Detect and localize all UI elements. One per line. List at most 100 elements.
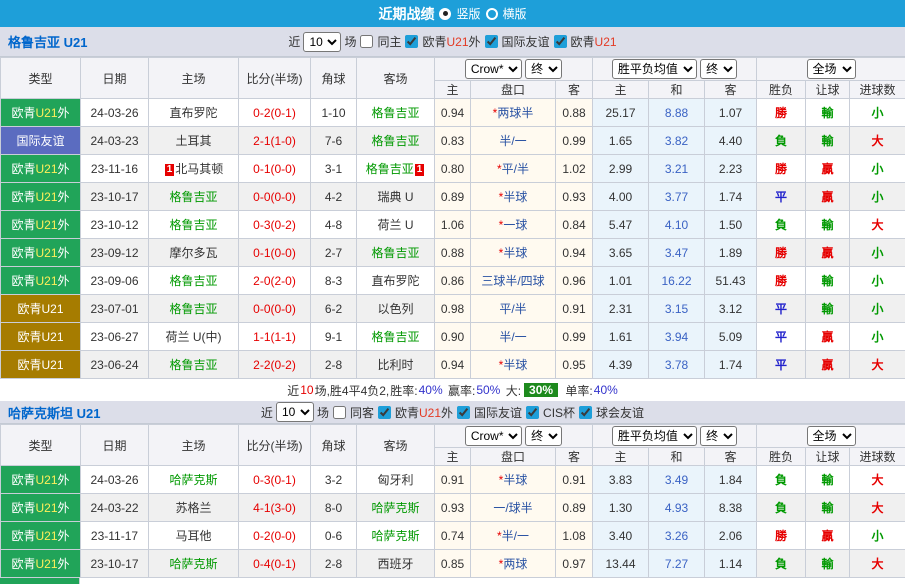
- odds-away-cell: 0.96: [555, 266, 593, 295]
- company-select[interactable]: Crow*: [464, 59, 522, 79]
- match-row: 欧青U21外 23-09-12 摩尔多瓦 0-1(0-0) 2-7 格鲁吉亚 0.88 *半球…: [0, 238, 905, 267]
- final-odds-select-1[interactable]: 终: [525, 426, 563, 446]
- avg-home-cell: 2.99: [592, 154, 649, 183]
- odds-home-cell: 0.86: [434, 266, 471, 295]
- home-team-cell: 荷兰 U(中): [148, 322, 239, 351]
- date-cell: 23-10-12: [80, 210, 149, 239]
- match-row: 欧青U21 23-07-01 格鲁吉亚 0-0(0-0) 6-2 以色列 0.98 平/半 0.…: [0, 294, 905, 323]
- near-label: 近: [260, 405, 273, 420]
- result-handicap-cell: 輸: [805, 126, 851, 155]
- radio-horizontal-label[interactable]: 横版: [503, 5, 527, 22]
- result-handicap-cell: 贏: [805, 154, 851, 183]
- same-venue-checkbox[interactable]: [332, 405, 346, 419]
- recent-results-page: 近期战绩 竖版 横版 格鲁吉亚 U21 近 10 场同主 欧青U21外 国际友谊 欧青U2…: [0, 0, 905, 588]
- sub-col-header-7: 让球: [805, 80, 851, 99]
- home-team-cell: 摩尔多瓦: [148, 238, 239, 267]
- sub-col-header-8: 进球数: [849, 80, 905, 99]
- odds-away-cell: 0.91: [555, 465, 593, 494]
- score-cell: 0-3(0-2): [238, 210, 311, 239]
- final-odds-select-2[interactable]: 终: [700, 59, 738, 79]
- avg-draw-cell: 7.27: [648, 549, 705, 578]
- team-name: 格鲁吉亚: [371, 106, 420, 120]
- result-goals-cell: 大: [849, 465, 905, 494]
- avg-select[interactable]: 胜平负均值: [611, 426, 697, 446]
- avg-away-cell: 5.09: [703, 322, 758, 351]
- section-header-kazakhstan: 哈萨克斯坦 U21 近 10 场 同客 欧青U21外 国际友谊 CIS杯 球会友谊: [0, 401, 905, 424]
- matches-table: 类型 日期 主场 比分(半场) 角球 客场 Crow* 终胜平负均值 终全场主盘口客主和客胜…: [0, 424, 905, 578]
- league-checkbox-2[interactable]: [526, 405, 540, 419]
- handicap-cell: 平/半: [470, 294, 556, 323]
- team-name: 格鲁吉亚: [169, 358, 218, 372]
- team-name: 以色列: [377, 302, 414, 316]
- league-checkbox-1[interactable]: [457, 405, 471, 419]
- team-name: 北马其顿: [175, 162, 224, 176]
- same-venue-checkbox[interactable]: [360, 35, 374, 48]
- result-goals-cell: 小: [849, 238, 905, 267]
- away-team-cell: 直布罗陀: [356, 266, 435, 295]
- score-cell: 0-4(0-1): [238, 549, 311, 578]
- score-cell: 0-0(0-0): [238, 182, 311, 211]
- league-checkbox-2[interactable]: [553, 35, 567, 48]
- team-name: 格鲁吉亚: [169, 190, 218, 204]
- corners-cell: 8-0: [310, 493, 357, 522]
- matches-table: 类型 日期 主场 比分(半场) 角球 客场 Crow* 终胜平负均值 终全场主盘口客主和客胜…: [0, 57, 905, 379]
- home-team-cell: 格鲁吉亚: [148, 266, 239, 295]
- avg-draw-cell: 3.47: [648, 238, 705, 267]
- league-badge: 欧青U21外: [0, 98, 81, 127]
- final-odds-select-1[interactable]: 终: [525, 59, 563, 79]
- odds-away-cell: 0.84: [555, 210, 593, 239]
- avg-away-cell: 1.50: [703, 210, 758, 239]
- avg-draw-cell: 3.15: [648, 294, 705, 323]
- score-cell: 2-2(0-2): [238, 350, 311, 379]
- team-name: 西班牙: [377, 557, 414, 571]
- match-row: 欧青U21外 24-03-26 哈萨克斯 0-3(0-1) 3-2 匈牙利 0.91 *半球 0…: [0, 465, 905, 494]
- radio-vertical-label[interactable]: 竖版: [456, 5, 480, 22]
- company-select[interactable]: Crow*: [464, 426, 522, 446]
- radio-vertical-layout[interactable]: [439, 7, 452, 20]
- home-team-cell: 1 北马其顿: [148, 154, 239, 183]
- league-checkbox-1[interactable]: [484, 35, 498, 48]
- score-cell: 1-1(1-1): [238, 322, 311, 351]
- date-cell: 23-06-27: [80, 322, 149, 351]
- league-checkbox-label-1: 国际友谊: [501, 35, 550, 49]
- partial-league-badge: [0, 578, 80, 584]
- avg-home-cell: 5.47: [592, 210, 649, 239]
- league-checkbox-3[interactable]: [579, 405, 593, 419]
- result-wdl-cell: 勝: [756, 521, 807, 550]
- result-wdl-cell: 平: [756, 322, 807, 351]
- avg-draw-cell: 3.21: [648, 154, 705, 183]
- sub-col-header-5: 客: [703, 447, 758, 466]
- team-name: 直布罗陀: [169, 106, 218, 120]
- handicap-cell: *两球半: [470, 98, 556, 127]
- league-checkbox-0[interactable]: [377, 405, 391, 419]
- league-checkbox-0[interactable]: [405, 35, 419, 48]
- avg-away-cell: 3.12: [703, 294, 758, 323]
- league-badge: 欧青U21外: [0, 465, 81, 494]
- result-handicap-cell: 贏: [805, 521, 851, 550]
- match-count-select[interactable]: 10: [275, 402, 314, 422]
- odds-away-cell: 1.02: [555, 154, 593, 183]
- match-count-select[interactable]: 10: [303, 31, 342, 52]
- section-header-georgia: 格鲁吉亚 U21 近 10 场 同主 欧青U21外 国际友谊 欧青U21: [0, 27, 905, 57]
- scope-select[interactable]: 全场: [806, 426, 856, 446]
- big-rate-badge: 30%: [524, 383, 559, 397]
- scope-select[interactable]: 全场: [806, 59, 856, 79]
- corners-cell: 6-2: [310, 294, 357, 323]
- red-card-badge: 1: [164, 164, 175, 176]
- corners-cell: 4-8: [310, 210, 357, 239]
- team-title-kazakhstan: 哈萨克斯坦 U21: [8, 405, 101, 421]
- corners-cell: 3-1: [310, 154, 357, 183]
- col-header-2: 主场: [148, 424, 239, 466]
- result-handicap-cell: 贏: [805, 182, 851, 211]
- near-label: 近: [288, 35, 301, 49]
- sub-col-header-0: 主: [434, 447, 471, 466]
- radio-horizontal-layout[interactable]: [485, 7, 498, 20]
- league-checkbox-label-2: 欧青U21: [570, 35, 617, 49]
- final-odds-select-2[interactable]: 终: [700, 426, 738, 446]
- result-handicap-cell: 輸: [805, 98, 851, 127]
- avg-home-cell: 1.65: [592, 126, 649, 155]
- away-team-cell: 哈萨克斯: [356, 493, 435, 522]
- result-handicap-cell: 輸: [805, 493, 851, 522]
- avg-draw-cell: 16.22: [648, 266, 705, 295]
- avg-select[interactable]: 胜平负均值: [611, 59, 697, 79]
